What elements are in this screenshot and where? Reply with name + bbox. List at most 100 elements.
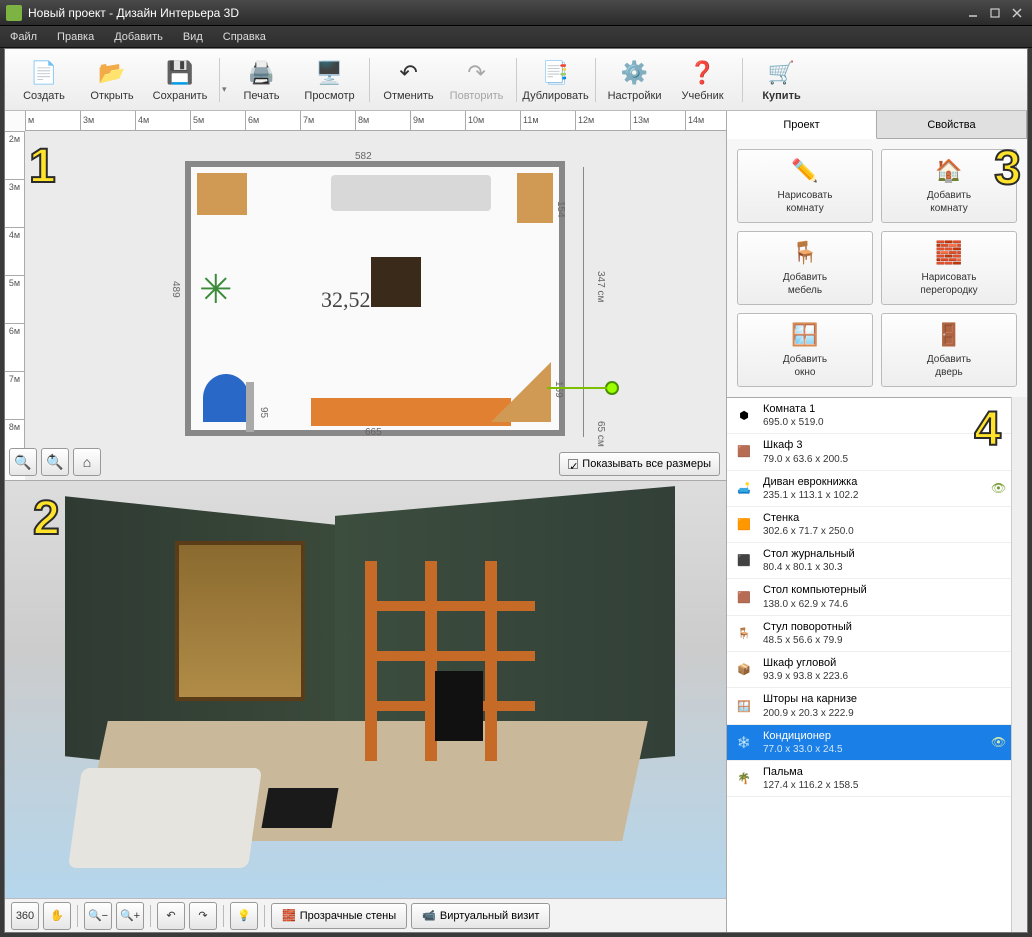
add-door-icon: 🚪	[935, 321, 963, 349]
toolbar-dropdown[interactable]: ▾	[222, 64, 227, 95]
room-outline[interactable]: 32,52 ✳	[185, 161, 565, 436]
action-add-door[interactable]: 🚪Добавитьдверь	[881, 313, 1017, 387]
scrollbar[interactable]	[1011, 397, 1027, 932]
dim-bl: 95	[258, 407, 269, 418]
object-icon: 🟫	[733, 441, 755, 463]
object-row[interactable]: ⬢Комната 1695.0 x 519.0	[727, 398, 1011, 434]
zoom-in-button[interactable]: 🔍+	[41, 448, 69, 476]
buy-icon: 🛒	[767, 58, 797, 88]
object-list[interactable]: 4 ⬢Комната 1695.0 x 519.0🟫Шкаф 379.0 x 6…	[727, 397, 1011, 932]
object-icon: 🛋️	[733, 477, 755, 499]
right-panel: Проект Свойства 3 ✏️Нарисоватькомнату🏠До…	[727, 111, 1027, 932]
toolbar-undo[interactable]: ↶Отменить	[376, 53, 442, 107]
object-row[interactable]: 📦Шкаф угловой93.9 x 93.8 x 223.6	[727, 652, 1011, 688]
object-row[interactable]: ⬛Стол журнальный80.4 x 80.1 x 30.3	[727, 543, 1011, 579]
view-3d[interactable]: 2 360✋ 🔍−🔍+ ↶↷ 💡 🧱Прозрачные стены📹Виртуальн…	[5, 481, 726, 932]
visibility-icon[interactable]: 👁	[991, 481, 1005, 495]
selection-handle[interactable]	[605, 381, 619, 395]
toolbar-dup[interactable]: 📑Дублировать	[523, 53, 589, 107]
object-row[interactable]: 🟫Стол компьютерный138.0 x 62.9 x 74.6	[727, 579, 1011, 615]
action-draw-room[interactable]: ✏️Нарисоватькомнату	[737, 149, 873, 223]
show-dims-toggle[interactable]: ✓ Показывать все размеры	[559, 452, 720, 476]
minimize-button[interactable]	[964, 6, 982, 20]
overlay-2: 2	[33, 491, 60, 546]
overlay-1: 1	[29, 139, 56, 194]
object-row[interactable]: ❄️Кондиционер77.0 x 33.0 x 24.5👁	[727, 725, 1011, 761]
object-icon: 🟧	[733, 514, 755, 536]
dim-br2: 65 см	[595, 421, 606, 447]
scene-3d[interactable]: 2	[5, 481, 726, 898]
virtual-visit-button[interactable]: 📹Виртуальный визит	[411, 903, 550, 929]
dim-top: 582	[355, 151, 372, 162]
menubar: ФайлПравкаДобавитьВидСправка	[0, 26, 1032, 48]
actions-grid: ✏️Нарисоватькомнату🏠Добавитькомнату🪑Доба…	[727, 139, 1027, 397]
object-icon: ❄️	[733, 731, 755, 753]
view3d-rotate-360[interactable]: 360	[11, 902, 39, 930]
toolbar-create[interactable]: 📄Создать	[11, 53, 77, 107]
view3d-toolbar: 360✋ 🔍−🔍+ ↶↷ 💡 🧱Прозрачные стены📹Виртуальный…	[5, 898, 726, 932]
plan-view[interactable]: м3м4м5м6м7м8м9м10м11м12м13м14м 2м3м4м5м6…	[5, 111, 726, 481]
overlay-3: 3	[994, 141, 1021, 196]
menu-Файл[interactable]: Файл	[0, 26, 47, 47]
menu-Вид[interactable]: Вид	[173, 26, 213, 47]
object-row[interactable]: 🟧Стенка302.6 x 71.7 x 250.0	[727, 507, 1011, 543]
object-row[interactable]: 🟫Шкаф 379.0 x 63.6 x 200.5	[727, 434, 1011, 470]
close-button[interactable]	[1008, 6, 1026, 20]
toolbar-save[interactable]: 💾Сохранить	[147, 53, 213, 107]
toolbar-redo[interactable]: ↷Повторить	[444, 53, 510, 107]
add-room-icon: 🏠	[935, 157, 963, 185]
room-area: 32,52	[321, 287, 371, 313]
tab-project[interactable]: Проект	[727, 111, 877, 139]
menu-Добавить[interactable]: Добавить	[104, 26, 173, 47]
toolbar-preview[interactable]: 🖥️Просмотр	[297, 53, 363, 107]
tab-properties[interactable]: Свойства	[877, 111, 1027, 138]
view3d-zoom-in[interactable]: 🔍+	[116, 902, 144, 930]
object-row[interactable]: 🛋️Диван еврокнижка235.1 x 113.1 x 102.2👁	[727, 471, 1011, 507]
maximize-button[interactable]	[986, 6, 1004, 20]
toolbar-settings[interactable]: ⚙️Настройки	[602, 53, 668, 107]
object-row[interactable]: 🌴Пальма127.4 x 116.2 x 158.5	[727, 761, 1011, 797]
ruler-horizontal: м3м4м5м6м7м8м9м10м11м12м13м14м	[25, 111, 726, 131]
object-icon: 🪑	[733, 622, 755, 644]
toolbar: 📄Создать📂Открыть💾Сохранить ▾🖨️Печать🖥️Про…	[5, 49, 1027, 111]
dim-right-outer: 347 см	[595, 271, 606, 302]
window-title: Новый проект - Дизайн Интерьера 3D	[28, 6, 239, 20]
menu-Справка[interactable]: Справка	[213, 26, 276, 47]
tabs: Проект Свойства	[727, 111, 1027, 139]
action-draw-part[interactable]: 🧱Нарисоватьперегородку	[881, 231, 1017, 305]
menu-Правка[interactable]: Правка	[47, 26, 104, 47]
dup-icon: 📑	[541, 58, 571, 88]
object-icon: 🪟	[733, 695, 755, 717]
create-icon: 📄	[29, 58, 59, 88]
object-row[interactable]: 🪟Шторы на карнизе200.9 x 20.3 x 222.9	[727, 688, 1011, 724]
help-icon: ❓	[688, 58, 718, 88]
view3d-redo[interactable]: ↷	[189, 902, 217, 930]
toolbar-open[interactable]: 📂Открыть	[79, 53, 145, 107]
toolbar-buy[interactable]: 🛒Купить	[749, 53, 815, 107]
object-row[interactable]: 🪑Стул поворотный48.5 x 56.6 x 79.9	[727, 616, 1011, 652]
toolbar-print[interactable]: 🖨️Печать	[229, 53, 295, 107]
object-icon: 🌴	[733, 768, 755, 790]
visibility-icon[interactable]: 👁	[991, 735, 1005, 749]
dim-left: 489	[170, 281, 181, 298]
view3d-pan[interactable]: ✋	[43, 902, 71, 930]
view3d-undo[interactable]: ↶	[157, 902, 185, 930]
transparent-walls-button[interactable]: 🧱Прозрачные стены	[271, 903, 407, 929]
settings-icon: ⚙️	[620, 58, 650, 88]
draw-room-icon: ✏️	[791, 157, 819, 185]
view3d-zoom-out[interactable]: 🔍−	[84, 902, 112, 930]
zoom-out-button[interactable]: 🔍−	[9, 448, 37, 476]
action-add-furn[interactable]: 🪑Добавитьмебель	[737, 231, 873, 305]
add-window-icon: 🪟	[791, 321, 819, 349]
object-icon: ⬢	[733, 405, 755, 427]
redo-icon: ↷	[462, 58, 492, 88]
object-icon: 📦	[733, 659, 755, 681]
draw-part-icon: 🧱	[935, 239, 963, 267]
action-add-window[interactable]: 🪟Добавитьокно	[737, 313, 873, 387]
view3d-light[interactable]: 💡	[230, 902, 258, 930]
toolbar-help[interactable]: ❓Учебник	[670, 53, 736, 107]
canvas-2d[interactable]: 32,52 ✳ 582 347 см 154 489	[25, 131, 726, 480]
home-button[interactable]: ⌂	[73, 448, 101, 476]
titlebar: Новый проект - Дизайн Интерьера 3D	[0, 0, 1032, 26]
save-icon: 💾	[165, 58, 195, 88]
